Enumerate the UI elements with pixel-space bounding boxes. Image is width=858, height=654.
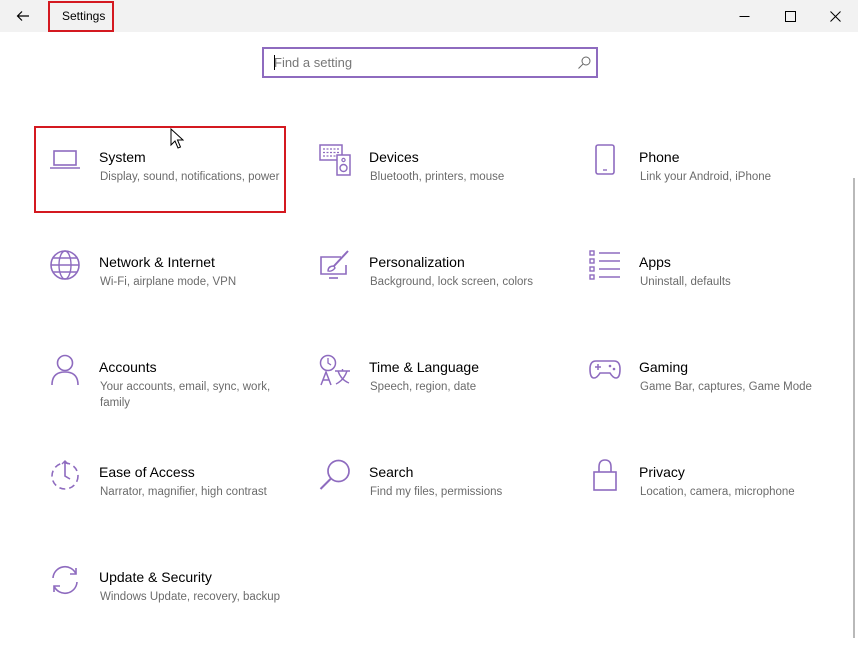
category-name: Search	[369, 464, 414, 480]
category-privacy[interactable]: Privacy Location, camera, microphone	[589, 459, 839, 539]
category-description: Bluetooth, printers, mouse	[370, 171, 505, 183]
category-search[interactable]: Search Find my files, permissions	[319, 459, 569, 539]
category-description: Location, camera, microphone	[640, 486, 795, 498]
category-name: Update & Security	[99, 569, 212, 585]
close-button[interactable]	[812, 0, 858, 32]
category-ease-of-access[interactable]: Ease of Access Narrator, magnifier, high…	[49, 459, 299, 539]
magnifier-icon	[319, 459, 350, 490]
search-box[interactable]	[262, 47, 598, 78]
ease-of-access-icon	[51, 460, 79, 490]
search-icon[interactable]	[576, 55, 592, 71]
category-name: Accounts	[99, 359, 157, 375]
search-input[interactable]	[264, 49, 564, 76]
minimize-icon	[739, 15, 749, 17]
apps-list-icon	[589, 250, 620, 280]
keyboard-speaker-icon	[319, 144, 351, 176]
category-name: Gaming	[639, 359, 689, 375]
back-button[interactable]	[8, 4, 38, 28]
category-gaming[interactable]: Gaming Game Bar, captures, Game Mode	[589, 354, 839, 434]
paintbrush-icon	[320, 250, 349, 279]
category-name: Ease of Access	[99, 464, 195, 480]
category-update-security[interactable]: Update & Security Windows Update, recove…	[49, 564, 299, 644]
category-name: Network & Internet	[99, 254, 215, 270]
category-name: Privacy	[639, 464, 685, 480]
category-description: Speech, region, date	[370, 381, 477, 393]
gamepad-icon	[589, 360, 621, 379]
category-name: Time & Language	[369, 359, 479, 375]
category-time-language[interactable]: Time & Language Speech, region, date	[319, 354, 569, 434]
category-description: Uninstall, defaults	[640, 276, 731, 288]
category-description: Link your Android, iPhone	[640, 171, 772, 183]
text-caret	[274, 55, 275, 70]
window-title: Settings	[62, 9, 106, 23]
maximize-button[interactable]	[767, 0, 813, 32]
category-description: Windows Update, recovery, backup	[100, 591, 281, 603]
maximize-icon	[784, 10, 796, 22]
category-devices[interactable]: Devices Bluetooth, printers, mouse	[319, 144, 569, 224]
category-description: Narrator, magnifier, high contrast	[100, 486, 267, 498]
category-apps[interactable]: Apps Uninstall, defaults	[589, 249, 839, 329]
category-description: Game Bar, captures, Game Mode	[640, 381, 812, 393]
system-highlight-box	[34, 126, 286, 213]
category-name: Personalization	[369, 254, 465, 270]
category-name: Apps	[639, 254, 671, 270]
minimize-button[interactable]	[721, 0, 767, 32]
close-icon	[829, 10, 841, 22]
scrollbar[interactable]	[853, 178, 855, 638]
category-accounts[interactable]: Accounts Your accounts, email, sync, wor…	[49, 354, 299, 434]
category-name: Devices	[369, 149, 419, 165]
globe-icon	[50, 250, 80, 280]
category-description: Wi-Fi, airplane mode, VPN	[100, 276, 237, 288]
sync-arrows-icon	[52, 565, 78, 595]
back-arrow-icon	[16, 11, 29, 21]
category-phone[interactable]: Phone Link your Android, iPhone	[589, 144, 839, 224]
category-name: Phone	[639, 149, 680, 165]
category-network-internet[interactable]: Network & Internet Wi-Fi, airplane mode,…	[49, 249, 299, 329]
person-icon	[51, 354, 79, 386]
lock-icon	[593, 459, 617, 491]
category-description: Find my files, permissions	[370, 486, 503, 498]
title-bar: Settings	[0, 0, 858, 32]
category-description: Your accounts, email, sync, work, family	[100, 381, 271, 409]
time-language-icon	[319, 354, 350, 386]
category-personalization[interactable]: Personalization Background, lock screen,…	[319, 249, 569, 329]
mouse-cursor-icon	[170, 128, 184, 149]
phone-icon	[595, 144, 615, 175]
category-description: Background, lock screen, colors	[370, 276, 533, 288]
